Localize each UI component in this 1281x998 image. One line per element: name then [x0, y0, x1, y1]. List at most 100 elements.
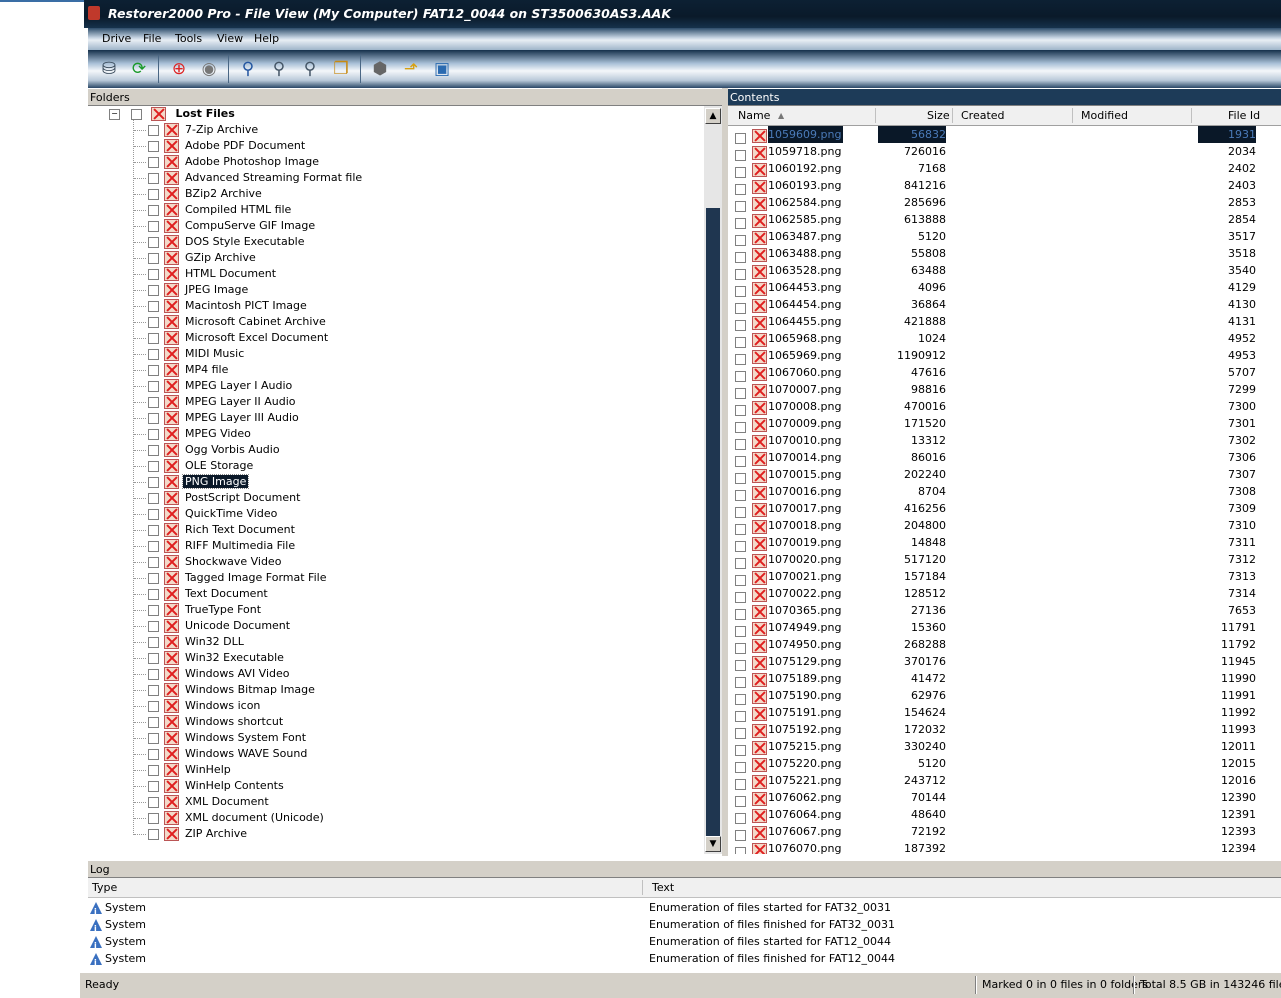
row-checkbox[interactable] — [735, 353, 746, 365]
find-next-icon[interactable]: ⚲ — [266, 56, 292, 82]
table-row[interactable]: 1070018.png 204800 7310 — [728, 517, 1281, 535]
row-checkbox[interactable] — [735, 455, 746, 467]
table-row[interactable]: 1076064.png 48640 12391 — [728, 806, 1281, 824]
menu-help[interactable]: Help — [254, 32, 279, 45]
row-checkbox[interactable] — [735, 829, 746, 841]
table-row[interactable]: 1074950.png 268288 11792 — [728, 636, 1281, 654]
table-row[interactable]: 1076062.png 70144 12390 — [728, 789, 1281, 807]
row-checkbox[interactable] — [735, 557, 746, 569]
col-created[interactable]: Created — [961, 109, 1005, 122]
row-checkbox[interactable] — [735, 540, 746, 552]
table-row[interactable]: 1075189.png 41472 11990 — [728, 670, 1281, 688]
col-name[interactable]: Name — [738, 109, 770, 122]
record-icon[interactable]: ⊕ — [166, 56, 192, 82]
row-checkbox[interactable] — [735, 132, 746, 144]
column-separator[interactable] — [875, 108, 876, 123]
properties-icon[interactable]: ▣ — [429, 56, 455, 82]
row-checkbox[interactable] — [735, 574, 746, 586]
row-checkbox[interactable] — [735, 387, 746, 399]
table-row[interactable]: 1076070.png 187392 12394 — [728, 840, 1281, 854]
table-row[interactable]: 1060193.png 841216 2403 — [728, 177, 1281, 195]
table-row[interactable]: 1075129.png 370176 11945 — [728, 653, 1281, 671]
table-row[interactable]: 1059609.png 56832 1931 — [728, 126, 1281, 144]
row-checkbox[interactable] — [735, 200, 746, 212]
table-row[interactable]: 1062585.png 613888 2854 — [728, 211, 1281, 229]
table-row[interactable]: 1075191.png 154624 11992 — [728, 704, 1281, 722]
row-checkbox[interactable] — [735, 506, 746, 518]
scroll-thumb[interactable] — [706, 208, 720, 836]
scroll-down-icon[interactable]: ▼ — [705, 836, 721, 852]
row-checkbox[interactable] — [735, 846, 746, 854]
table-row[interactable]: 1064455.png 421888 4131 — [728, 313, 1281, 331]
col-modified[interactable]: Modified — [1081, 109, 1128, 122]
log-row[interactable]: System Enumeration of files started for F… — [88, 899, 1281, 920]
row-checkbox[interactable] — [735, 727, 746, 739]
row-checkbox[interactable] — [735, 302, 746, 314]
table-row[interactable]: 1070020.png 517120 7312 — [728, 551, 1281, 569]
table-row[interactable]: 1075220.png 5120 12015 — [728, 755, 1281, 773]
row-checkbox[interactable] — [735, 659, 746, 671]
row-checkbox[interactable] — [735, 778, 746, 790]
table-row[interactable]: 1075190.png 62976 11991 — [728, 687, 1281, 705]
row-checkbox[interactable] — [735, 234, 746, 246]
table-row[interactable]: 1070019.png 14848 7311 — [728, 534, 1281, 552]
row-checkbox[interactable] — [735, 319, 746, 331]
row-checkbox[interactable] — [735, 472, 746, 484]
column-separator[interactable] — [1072, 108, 1073, 123]
row-checkbox[interactable] — [735, 183, 746, 195]
menu-file[interactable]: File — [143, 32, 161, 45]
row-checkbox[interactable] — [735, 438, 746, 450]
row-checkbox[interactable] — [735, 710, 746, 722]
col-fileid[interactable]: File Id — [1228, 109, 1260, 122]
table-row[interactable]: 1067060.png 47616 5707 — [728, 364, 1281, 382]
row-checkbox[interactable] — [735, 489, 746, 501]
table-row[interactable]: 1075215.png 330240 12011 — [728, 738, 1281, 756]
copy-icon[interactable]: ❐ — [328, 56, 354, 82]
table-row[interactable]: 1065968.png 1024 4952 — [728, 330, 1281, 348]
row-checkbox[interactable] — [735, 642, 746, 654]
row-checkbox[interactable] — [735, 370, 746, 382]
table-row[interactable]: 1076067.png 72192 12393 — [728, 823, 1281, 841]
row-checkbox[interactable] — [735, 608, 746, 620]
table-row[interactable]: 1063488.png 55808 3518 — [728, 245, 1281, 263]
table-row[interactable]: 1060192.png 7168 2402 — [728, 160, 1281, 178]
menu-tools[interactable]: Tools — [175, 32, 202, 45]
col-size[interactable]: Size — [927, 109, 950, 122]
table-row[interactable]: 1059718.png 726016 2034 — [728, 143, 1281, 161]
row-checkbox[interactable] — [735, 591, 746, 603]
row-checkbox[interactable] — [735, 149, 746, 161]
menu-view[interactable]: View — [217, 32, 243, 45]
table-row[interactable]: 1063528.png 63488 3540 — [728, 262, 1281, 280]
table-row[interactable]: 1070007.png 98816 7299 — [728, 381, 1281, 399]
table-row[interactable]: 1070009.png 171520 7301 — [728, 415, 1281, 433]
table-row[interactable]: 1070022.png 128512 7314 — [728, 585, 1281, 603]
column-separator[interactable] — [642, 880, 643, 895]
row-checkbox[interactable] — [735, 744, 746, 756]
stop-icon[interactable]: ◉ — [196, 56, 222, 82]
table-row[interactable]: 1064453.png 4096 4129 — [728, 279, 1281, 297]
row-checkbox[interactable] — [735, 795, 746, 807]
table-row[interactable]: 1070014.png 86016 7306 — [728, 449, 1281, 467]
log-col-text[interactable]: Text — [652, 881, 674, 894]
row-checkbox[interactable] — [735, 268, 746, 280]
row-checkbox[interactable] — [735, 761, 746, 773]
row-checkbox[interactable] — [735, 693, 746, 705]
table-row[interactable]: 1075221.png 243712 12016 — [728, 772, 1281, 790]
column-separator[interactable] — [1191, 108, 1192, 123]
table-row[interactable]: 1070015.png 202240 7307 — [728, 466, 1281, 484]
disk-icon[interactable]: ⬢ — [367, 56, 393, 82]
row-checkbox[interactable] — [735, 625, 746, 637]
table-row[interactable]: 1070016.png 8704 7308 — [728, 483, 1281, 501]
find-previous-icon[interactable]: ⚲ — [297, 56, 323, 82]
drive-icon[interactable]: ⛁ — [96, 56, 122, 82]
row-checkbox[interactable] — [735, 404, 746, 416]
log-row[interactable]: System Enumeration of files started for F… — [88, 933, 1281, 954]
row-checkbox[interactable] — [735, 251, 746, 263]
scroll-up-icon[interactable]: ▲ — [705, 108, 721, 124]
tree-item[interactable]: Advanced Streaming Format file — [134, 170, 364, 186]
table-row[interactable]: 1065969.png 1190912 4953 — [728, 347, 1281, 365]
up-folder-icon[interactable]: ⬏ — [398, 56, 424, 82]
row-checkbox[interactable] — [735, 336, 746, 348]
table-row[interactable]: 1070010.png 13312 7302 — [728, 432, 1281, 450]
row-checkbox[interactable] — [735, 285, 746, 297]
